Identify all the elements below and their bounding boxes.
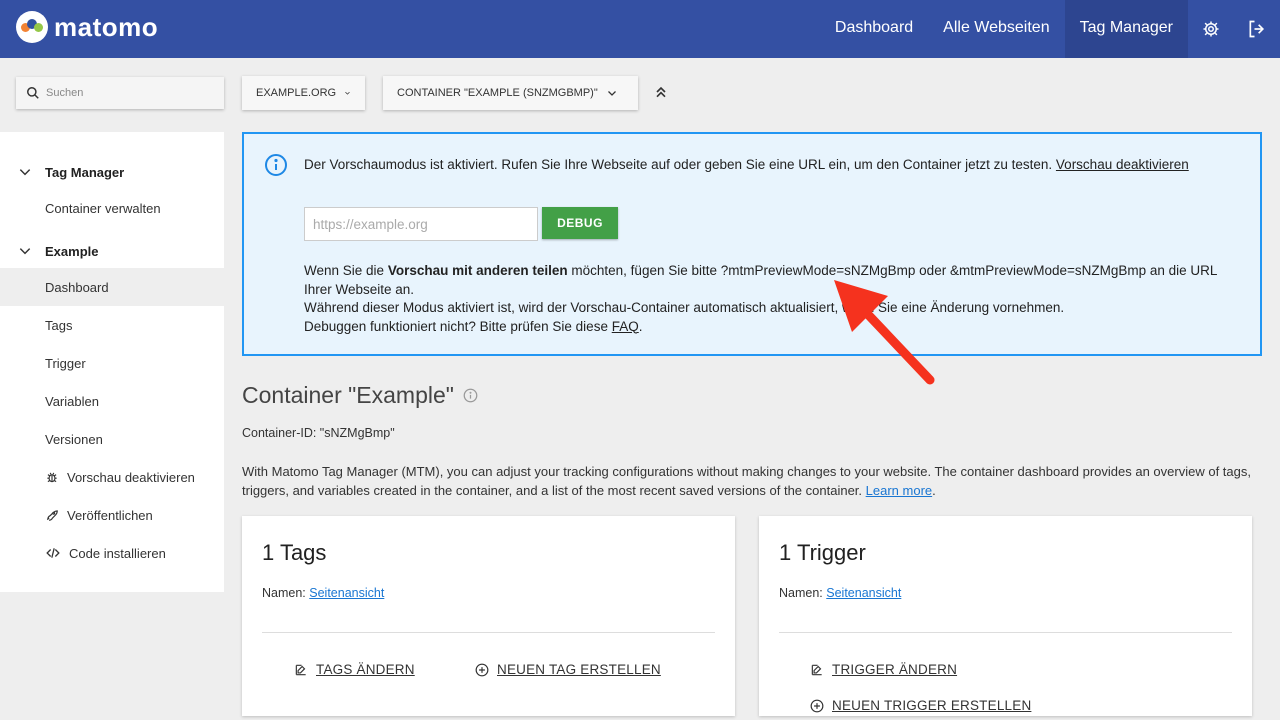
edit-tags-label: TAGS ÄNDERN bbox=[316, 662, 415, 677]
settings-button[interactable] bbox=[1188, 0, 1234, 58]
preview-mode-notice: Der Vorschaumodus ist aktiviert. Rufen S… bbox=[242, 132, 1262, 356]
sidebar-item-label: Trigger bbox=[45, 355, 86, 371]
create-tag-label: NEUEN TAG ERSTELLEN bbox=[497, 662, 661, 677]
sidebar-item-variablen[interactable]: Variablen bbox=[0, 382, 224, 420]
matomo-logo-icon bbox=[16, 11, 48, 43]
names-label: Namen: bbox=[262, 586, 306, 600]
edit-icon bbox=[811, 664, 822, 675]
info-icon[interactable] bbox=[463, 388, 478, 403]
preview-message: Der Vorschaumodus ist aktiviert. Rufen S… bbox=[304, 156, 1204, 174]
sidebar: Tag Manager Container verwalten Example … bbox=[0, 132, 224, 592]
plus-circle-icon bbox=[810, 699, 824, 712]
chevron-down-icon bbox=[19, 248, 31, 255]
debug-button[interactable]: DEBUG bbox=[542, 207, 618, 239]
sidebar-item-veroeffentlichen[interactable]: Veröffentlichen bbox=[0, 496, 224, 534]
sidebar-item-versionen[interactable]: Versionen bbox=[0, 420, 224, 458]
debug-help-text: Debuggen funktioniert nicht? Bitte prüfe… bbox=[304, 318, 608, 334]
container-title: Container "Example" bbox=[242, 382, 478, 409]
tag-name-link[interactable]: Seitenansicht bbox=[309, 586, 384, 600]
preview-url-input[interactable] bbox=[304, 207, 538, 241]
share-bold: Vorschau mit anderen teilen bbox=[387, 263, 568, 278]
triggers-card-title: 1 Trigger bbox=[779, 540, 866, 565]
share-prefix: Wenn Sie die bbox=[304, 263, 385, 278]
edit-triggers-button[interactable]: TRIGGER ÄNDERN bbox=[810, 662, 957, 677]
preview-instructions: Wenn Sie die Vorschau mit anderen teilen… bbox=[304, 262, 1244, 336]
sidebar-group-label: Tag Manager bbox=[45, 164, 125, 180]
container-selector-label: CONTAINER "EXAMPLE (SNZMGBMP)" bbox=[397, 87, 598, 99]
tags-card: 1 Tags Namen: Seitenansicht TAGS ÄNDERN … bbox=[242, 516, 735, 716]
learn-more-link[interactable]: Learn more bbox=[866, 483, 932, 498]
top-nav: Dashboard Alle Webseiten Tag Manager bbox=[820, 0, 1280, 58]
rocket-icon bbox=[46, 510, 58, 521]
chevron-down-icon bbox=[345, 91, 350, 95]
sidebar-item-label: Variablen bbox=[45, 393, 99, 409]
chevron-down-icon bbox=[607, 91, 616, 96]
sidebar-item-label: Tags bbox=[45, 317, 73, 333]
sidebar-item-label: Veröffentlichen bbox=[67, 507, 153, 523]
edit-tags-button[interactable]: TAGS ÄNDERN bbox=[294, 662, 415, 677]
annotation-arrow-icon bbox=[834, 280, 935, 385]
nav-tag-manager[interactable]: Tag Manager bbox=[1064, 0, 1188, 58]
create-tag-button[interactable]: NEUEN TAG ERSTELLEN bbox=[475, 662, 661, 677]
edit-triggers-label: TRIGGER ÄNDERN bbox=[832, 662, 958, 677]
trigger-name-link[interactable]: Seitenansicht bbox=[826, 586, 901, 600]
divider bbox=[262, 632, 715, 633]
share-instructions: Wenn Sie die Vorschau mit anderen teilen… bbox=[304, 262, 1244, 299]
create-trigger-button[interactable]: NEUEN TRIGGER ERSTELLEN bbox=[810, 698, 1031, 713]
sidebar-item-vorschau-deaktivieren[interactable]: Vorschau deaktivieren bbox=[0, 458, 224, 496]
logout-button[interactable] bbox=[1234, 0, 1280, 58]
tags-names: Namen: Seitenansicht bbox=[262, 586, 384, 600]
sidebar-item-tags[interactable]: Tags bbox=[0, 306, 224, 344]
search-input[interactable] bbox=[46, 87, 216, 99]
sidebar-item-code-installieren[interactable]: Code installieren bbox=[0, 534, 224, 572]
plus-circle-icon bbox=[475, 663, 489, 676]
site-selector[interactable]: EXAMPLE.ORG bbox=[242, 76, 365, 110]
brand-name: matomo bbox=[54, 11, 159, 42]
sidebar-group-label: Example bbox=[45, 243, 99, 259]
nav-dashboard[interactable]: Dashboard bbox=[820, 0, 928, 58]
container-description: With Matomo Tag Manager (MTM), you can a… bbox=[242, 464, 1251, 498]
edit-icon bbox=[295, 664, 306, 675]
container-description-text: With Matomo Tag Manager (MTM), you can a… bbox=[242, 464, 1251, 498]
sidebar-item-label: Versionen bbox=[45, 431, 103, 447]
info-icon bbox=[265, 154, 287, 176]
triggers-card: 1 Trigger Namen: Seitenansicht TRIGGER Ä… bbox=[759, 516, 1252, 716]
logout-icon bbox=[1249, 20, 1265, 38]
sidebar-item-label: Container verwalten bbox=[45, 200, 161, 216]
sidebar-item-label: Code installieren bbox=[69, 545, 166, 561]
container-selector[interactable]: CONTAINER "EXAMPLE (SNZMGBMP)" bbox=[383, 76, 638, 110]
triggers-names: Namen: Seitenansicht bbox=[779, 586, 901, 600]
create-trigger-label: NEUEN TRIGGER ERSTELLEN bbox=[832, 698, 1032, 713]
tags-card-title: 1 Tags bbox=[262, 540, 327, 565]
search-box bbox=[16, 77, 224, 109]
container-id: Container-ID: "sNZMgBmp" bbox=[242, 426, 395, 440]
gear-icon bbox=[1203, 21, 1219, 37]
search-icon bbox=[27, 87, 39, 99]
matomo-logo[interactable]: matomo bbox=[16, 11, 158, 43]
sidebar-item-label: Dashboard bbox=[45, 279, 109, 295]
disable-preview-link[interactable]: Vorschau deaktivieren bbox=[1056, 157, 1189, 172]
nav-all-websites[interactable]: Alle Webseiten bbox=[928, 0, 1064, 58]
chevron-down-icon bbox=[19, 169, 31, 176]
top-bar: matomo Dashboard Alle Webseiten Tag Mana… bbox=[0, 0, 1280, 58]
divider bbox=[779, 632, 1232, 633]
sidebar-item-label: Vorschau deaktivieren bbox=[67, 469, 195, 485]
code-icon bbox=[46, 548, 60, 558]
container-title-text: Container "Example" bbox=[242, 382, 454, 408]
debug-help: Debuggen funktioniert nicht? Bitte prüfe… bbox=[304, 318, 643, 334]
preview-message-text: Der Vorschaumodus ist aktiviert. Rufen S… bbox=[304, 157, 1053, 172]
sidebar-group-tag-manager[interactable]: Tag Manager bbox=[0, 156, 224, 188]
auto-update-text: Während dieser Modus aktiviert ist, wird… bbox=[304, 300, 1065, 315]
site-selector-label: EXAMPLE.ORG bbox=[256, 87, 337, 99]
sidebar-group-example[interactable]: Example bbox=[0, 235, 224, 267]
sidebar-item-trigger[interactable]: Trigger bbox=[0, 344, 224, 382]
sidebar-item-dashboard[interactable]: Dashboard bbox=[0, 268, 224, 306]
names-label: Namen: bbox=[779, 586, 823, 600]
faq-link[interactable]: FAQ bbox=[612, 319, 639, 334]
bug-icon bbox=[47, 472, 57, 483]
sidebar-item-container-verwalten[interactable]: Container verwalten bbox=[0, 189, 224, 227]
collapse-icon[interactable] bbox=[653, 83, 669, 101]
